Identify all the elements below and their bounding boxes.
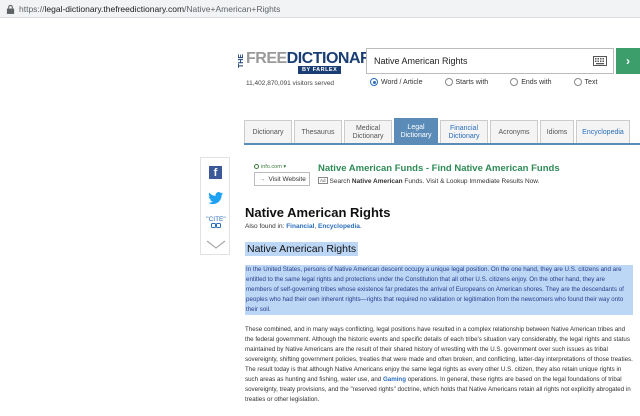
logo-the: THE [238,54,245,68]
page-title: Native American Rights [245,205,391,220]
visitor-count: 11,402,870,091 visitors served [246,80,335,87]
dictionary-tabs: Dictionary Thesaurus Medical Dictionary … [244,118,630,144]
tab-dictionary[interactable]: Dictionary [244,120,292,144]
tab-legal-dictionary[interactable]: Legal Dictionary [394,118,438,144]
radio-word-article[interactable]: Word / Article [370,78,423,86]
also-found-link-financial[interactable]: Financial [286,223,314,230]
site-logo[interactable]: THE FREE DICTIONARY BY FARLEX [238,40,381,74]
tab-acronyms[interactable]: Acronyms [490,120,538,144]
search-box [366,48,614,74]
chevron-down-icon[interactable] [206,240,226,250]
radio-ends-with[interactable]: Ends with [510,78,552,86]
tab-encyclopedia[interactable]: Encyclopedia [576,120,630,144]
radio-dot [510,78,519,86]
ad-title-link[interactable]: Native American Funds - Find Native Amer… [318,163,560,174]
radio-starts-with[interactable]: Starts with [444,78,488,86]
chevron-right-icon: › [626,54,630,68]
ad-source[interactable]: info.com ▾ [254,164,286,170]
keyboard-icon[interactable] [593,56,607,66]
also-found-in: Also found in: Financial, Encyclopedia. [245,223,362,230]
search-input[interactable] [374,56,574,66]
url-text: https://legal-dictionary.thefreedictiona… [19,3,281,14]
article-paragraph-1: In the United States, persons of Native … [245,265,633,315]
tab-idioms[interactable]: Idioms [540,120,574,144]
address-bar[interactable]: https://legal-dictionary.thefreedictiona… [0,0,640,18]
link-icon [211,223,221,228]
logo-free: FREE [246,50,287,67]
search-go-button[interactable]: › [616,48,640,74]
visit-website-button[interactable]: → Visit Website [254,172,310,186]
article-paragraph-2: These combined, and in many ways conflic… [245,326,633,403]
search-mode-options: Word / Article Starts with Ends with Tex… [370,78,597,86]
tab-financial-dictionary[interactable]: Financial Dictionary [440,120,488,144]
facebook-icon[interactable]: f [209,166,222,179]
radio-dot [444,78,453,86]
share-panel: f "CITE" [200,157,230,255]
arrow-right-icon: → [259,175,266,183]
ad-badge: Ad [318,177,328,184]
twitter-icon[interactable] [208,192,224,205]
logo-byline: BY FARLEX [298,66,342,74]
gaming-link[interactable]: Gaming [383,376,406,383]
article-heading: Native American Rights [245,242,359,256]
radio-text[interactable]: Text [573,78,597,86]
radio-dot [370,78,378,86]
cite-button[interactable]: "CITE" [204,216,228,230]
tab-thesaurus[interactable]: Thesaurus [294,120,342,144]
tab-underline [244,143,640,145]
info-icon [254,164,259,169]
also-found-link-encyclopedia[interactable]: Encyclopedia [318,223,360,230]
lock-icon [6,4,15,14]
radio-dot [573,78,582,86]
ad-description: Ad Search Native American Funds. Visit & … [318,177,540,185]
tab-medical-dictionary[interactable]: Medical Dictionary [344,120,392,144]
